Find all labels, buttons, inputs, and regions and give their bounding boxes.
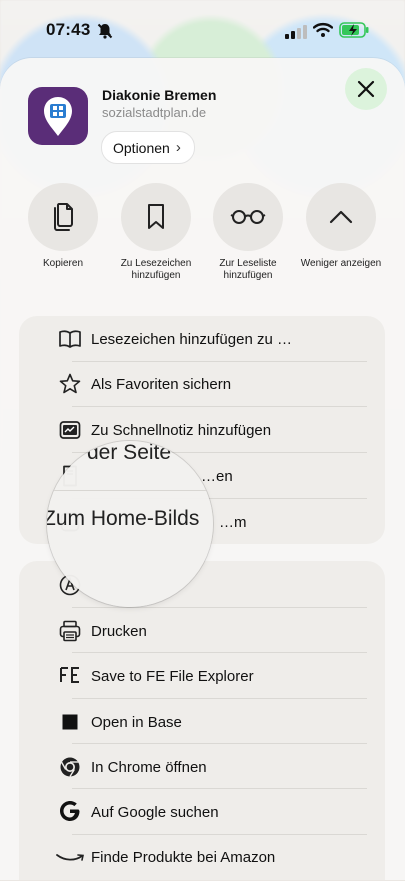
close-icon xyxy=(357,80,375,98)
magnifier-text-main: Zum Home-Bilds xyxy=(47,507,200,530)
status-bar: 07:43 xyxy=(0,0,405,58)
menu-item-quick-note[interactable]: Zu Schnellnotiz hinzufügen xyxy=(19,407,385,453)
menu-item-save-fe-file-explorer[interactable]: Save to FE File Explorer xyxy=(19,653,385,699)
site-url: sozialstadtplan.de xyxy=(102,105,207,120)
menu-item-open-in-base[interactable]: Open in Base xyxy=(19,699,385,745)
menu-label: …m xyxy=(219,514,247,531)
glasses-icon xyxy=(230,210,266,224)
close-button[interactable] xyxy=(345,68,387,110)
menu-label: In Chrome öffnen xyxy=(91,759,207,776)
menu-label: Save to FE File Explorer xyxy=(91,668,254,685)
chevron-right-icon: › xyxy=(175,139,181,156)
menu-label: Als Favoriten sichern xyxy=(91,376,232,393)
menu-label: Drucken xyxy=(91,623,147,640)
add-bookmark-button[interactable] xyxy=(121,183,191,251)
copy-label: Kopieren xyxy=(42,258,84,269)
menu-label: Lesezeichen hinzufügen zu … xyxy=(91,331,292,348)
copy-icon xyxy=(54,203,73,231)
google-icon xyxy=(59,800,81,822)
site-app-icon xyxy=(28,87,88,145)
menu-item-print[interactable]: Drucken xyxy=(19,608,385,654)
menu-label: Auf Google suchen xyxy=(91,804,219,821)
map-pin-icon xyxy=(44,97,72,136)
site-title: Diakonie Bremen xyxy=(102,87,217,103)
menu-label: Open in Base xyxy=(91,714,182,731)
show-less-button[interactable] xyxy=(306,183,376,251)
options-button[interactable]: Optionen › xyxy=(101,131,195,164)
amazon-icon xyxy=(55,847,85,869)
copy-button[interactable] xyxy=(28,183,98,251)
menu-label: Zu Schnellnotiz hinzufügen xyxy=(91,422,272,439)
menu-item-save-favorites[interactable]: Als Favoriten sichern xyxy=(19,362,385,408)
base-square-icon xyxy=(59,711,81,733)
printer-icon xyxy=(59,620,81,642)
chrome-icon xyxy=(59,756,81,778)
bookmark-icon xyxy=(148,204,164,229)
status-time: 07:43 xyxy=(46,20,91,39)
battery-charging-icon xyxy=(339,22,369,38)
star-icon xyxy=(59,373,81,395)
menu-item-add-bookmark-to[interactable]: Lesezeichen hinzufügen zu … xyxy=(19,316,385,362)
bell-slash-icon xyxy=(97,23,113,39)
menu-label: …en xyxy=(201,468,233,485)
magnifier-text-top: der Seite xyxy=(87,441,172,464)
book-icon xyxy=(59,328,81,350)
show-less-label: Weniger anzeigen xyxy=(300,258,382,269)
menu-item-search-google[interactable]: Auf Google suchen xyxy=(19,789,385,835)
wifi-icon xyxy=(313,22,333,37)
quicknote-icon xyxy=(59,419,81,441)
options-label: Optionen xyxy=(113,139,170,156)
menu-label: Finde Produkte bei Amazon xyxy=(91,849,276,866)
fe-icon xyxy=(59,664,81,686)
menu-item-amazon[interactable]: Finde Produkte bei Amazon xyxy=(19,835,385,881)
text-magnifier-loupe: der Seite Zum Home-Bilds xyxy=(47,441,213,607)
cellular-signal-icon xyxy=(285,25,307,39)
chevron-up-icon xyxy=(329,210,353,224)
add-reading-list-label: Zur Leseliste hinzufügen xyxy=(219,258,277,281)
add-bookmark-label: Zu Lesezeichen hinzufügen xyxy=(120,258,192,281)
menu-item-open-in-chrome[interactable]: In Chrome öffnen xyxy=(19,744,385,790)
add-reading-list-button[interactable] xyxy=(213,183,283,251)
magnifier-divider xyxy=(47,490,213,491)
